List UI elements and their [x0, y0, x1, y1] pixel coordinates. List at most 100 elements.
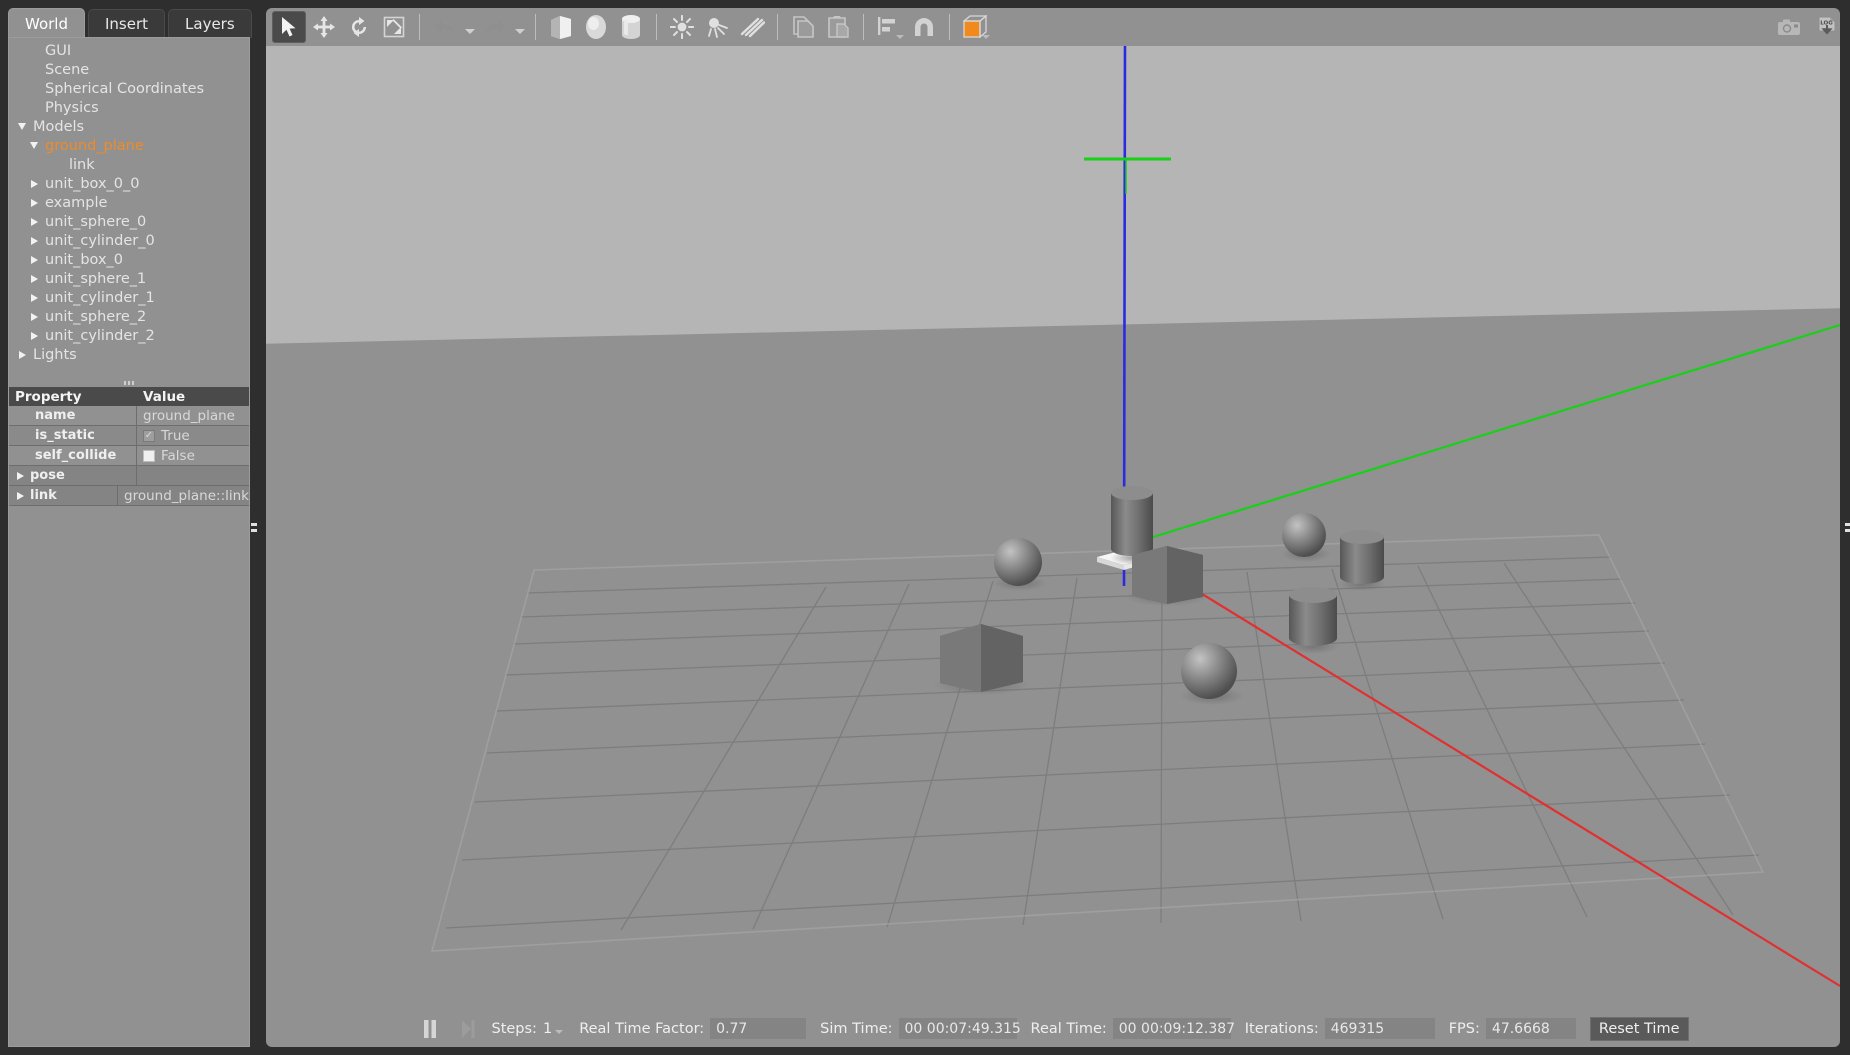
chevron-right-icon[interactable] [17, 491, 24, 500]
tree-item-unit-box-0-0[interactable]: unit_box_0_0 [9, 174, 249, 193]
object-unit_cylinder_mid[interactable] [1287, 587, 1339, 654]
tree-item-unit-cylinder-0[interactable]: unit_cylinder_0 [9, 231, 249, 250]
chevron-down-icon[interactable] [15, 123, 29, 130]
steps-dropdown-icon[interactable] [555, 1030, 564, 1034]
insert-sphere-button[interactable] [579, 11, 613, 43]
chevron-right-icon[interactable] [27, 236, 41, 245]
tree-item-label: Models [33, 118, 85, 135]
insert-box-button[interactable] [544, 11, 578, 43]
property-row-pose[interactable]: pose [9, 466, 249, 486]
scale-mode-button[interactable] [377, 11, 411, 43]
tab-layers[interactable]: Layers [168, 9, 252, 38]
copy-button[interactable] [786, 11, 820, 43]
property-value-cell[interactable]: ground_plane [137, 406, 249, 425]
tree-item-gui[interactable]: GUI [9, 41, 249, 60]
chevron-right-icon[interactable] [15, 350, 29, 359]
property-row-self_collide[interactable]: self_collide False [9, 446, 249, 466]
tree-item-unit-sphere-2[interactable]: unit_sphere_2 [9, 307, 249, 326]
property-value-cell[interactable]: True [137, 426, 249, 445]
tree-item-unit-sphere-0[interactable]: unit_sphere_0 [9, 212, 249, 231]
right-viewport-splitter[interactable] [1844, 514, 1850, 540]
undo-button-dropdown[interactable] [463, 11, 477, 43]
spot-light-button[interactable] [700, 11, 734, 43]
tree-item-label: GUI [45, 42, 72, 59]
tree-item-unit-cylinder-2[interactable]: unit_cylinder_2 [9, 326, 249, 345]
property-value-label: ground_plane [143, 407, 235, 424]
point-light-button[interactable] [665, 11, 699, 43]
property-name-label: link [30, 488, 57, 503]
align-button[interactable] [872, 11, 906, 43]
object-unit_box_center[interactable] [1125, 546, 1209, 606]
chevron-right-icon[interactable] [27, 331, 41, 340]
chevron-right-icon[interactable] [27, 274, 41, 283]
chevron-down-icon[interactable] [27, 142, 41, 149]
left-viewport-splitter[interactable] [250, 514, 258, 540]
dir-light-icon [739, 15, 765, 39]
chevron-right-icon[interactable] [17, 471, 24, 480]
steps-value[interactable]: 1 [543, 1021, 552, 1037]
tree-item-label: unit_cylinder_2 [45, 327, 155, 344]
property-row-is_static[interactable]: is_static True [9, 426, 249, 446]
tree-item-unit-box-0[interactable]: unit_box_0 [9, 250, 249, 269]
undo-button[interactable] [428, 11, 462, 43]
chevron-right-icon[interactable] [27, 198, 41, 207]
property-name-cell: is_static [9, 426, 137, 445]
chevron-right-icon[interactable] [27, 255, 41, 264]
directional-light-button[interactable] [735, 11, 769, 43]
screenshot-button[interactable] [1772, 11, 1806, 43]
tree-item-label: unit_box_0 [45, 251, 124, 268]
reset-time-button[interactable]: Reset Time [1589, 1016, 1689, 1041]
tree-item-unit-cylinder-1[interactable]: unit_cylinder_1 [9, 288, 249, 307]
tab-world[interactable]: World [8, 8, 85, 38]
toolbar-separator [535, 14, 536, 40]
property-value-cell[interactable] [137, 466, 249, 485]
3d-scene [266, 46, 1840, 1010]
arrow-cursor-icon [279, 16, 299, 38]
gazebo-window: World Insert Layers GUI Scene Spherical Coor… [0, 0, 1850, 1055]
property-name-cell: name [9, 406, 137, 425]
property-value-cell[interactable]: False [137, 446, 249, 465]
tree-item-example[interactable]: example [9, 193, 249, 212]
chevron-down-icon[interactable] [896, 35, 904, 39]
rotate-mode-button[interactable] [342, 11, 376, 43]
tree-item-link[interactable]: link [9, 155, 249, 174]
step-forward-button[interactable] [455, 1016, 481, 1042]
redo-button-dropdown[interactable] [513, 11, 527, 43]
property-row-link[interactable]: link ground_plane::link [9, 486, 249, 506]
chevron-right-icon[interactable] [27, 179, 41, 188]
splitter-grip [124, 381, 134, 385]
tree-item-scene[interactable]: Scene [9, 60, 249, 79]
property-row-name[interactable]: name ground_plane [9, 406, 249, 426]
insert-cylinder-button[interactable] [614, 11, 648, 43]
tree-item-ground-plane[interactable]: ground_plane [9, 136, 249, 155]
tree-item-spherical-coordinates[interactable]: Spherical Coordinates [9, 79, 249, 98]
property-value-cell[interactable]: ground_plane::link [118, 486, 249, 505]
3d-viewport[interactable] [266, 46, 1840, 1010]
paste-button[interactable] [821, 11, 855, 43]
view-angle-button[interactable] [958, 11, 992, 43]
redo-button[interactable] [478, 11, 512, 43]
checkbox-self_collide[interactable] [143, 449, 155, 462]
translate-mode-button[interactable] [307, 11, 341, 43]
tree-item-lights[interactable]: Lights [9, 345, 249, 364]
chevron-down-icon[interactable] [982, 35, 990, 39]
world-tree[interactable]: GUI Scene Spherical Coordinates Physics Mode… [9, 38, 249, 379]
render-area: LOG Steps: 1 Real Time Factor: 0.77 Sim … [251, 0, 1850, 1055]
object-unit_box_front[interactable] [933, 624, 1029, 695]
log-record-button[interactable]: LOG [1810, 11, 1844, 43]
chevron-right-icon[interactable] [27, 217, 41, 226]
select-mode-button[interactable] [272, 11, 306, 43]
object-unit_cylinder_right[interactable] [1338, 530, 1386, 591]
tab-insert[interactable]: Insert [88, 9, 166, 38]
snap-button[interactable] [907, 11, 941, 43]
chevron-right-icon[interactable] [27, 312, 41, 321]
checkbox-is_static[interactable] [143, 429, 155, 442]
tree-item-models[interactable]: Models [9, 117, 249, 136]
tree-table-splitter[interactable] [9, 379, 249, 387]
toolbar-separator [863, 14, 864, 40]
chevron-right-icon[interactable] [27, 293, 41, 302]
tree-item-unit-sphere-1[interactable]: unit_sphere_1 [9, 269, 249, 288]
move-arrows-icon [313, 16, 335, 38]
tree-item-physics[interactable]: Physics [9, 98, 249, 117]
pause-button[interactable] [417, 1016, 443, 1042]
